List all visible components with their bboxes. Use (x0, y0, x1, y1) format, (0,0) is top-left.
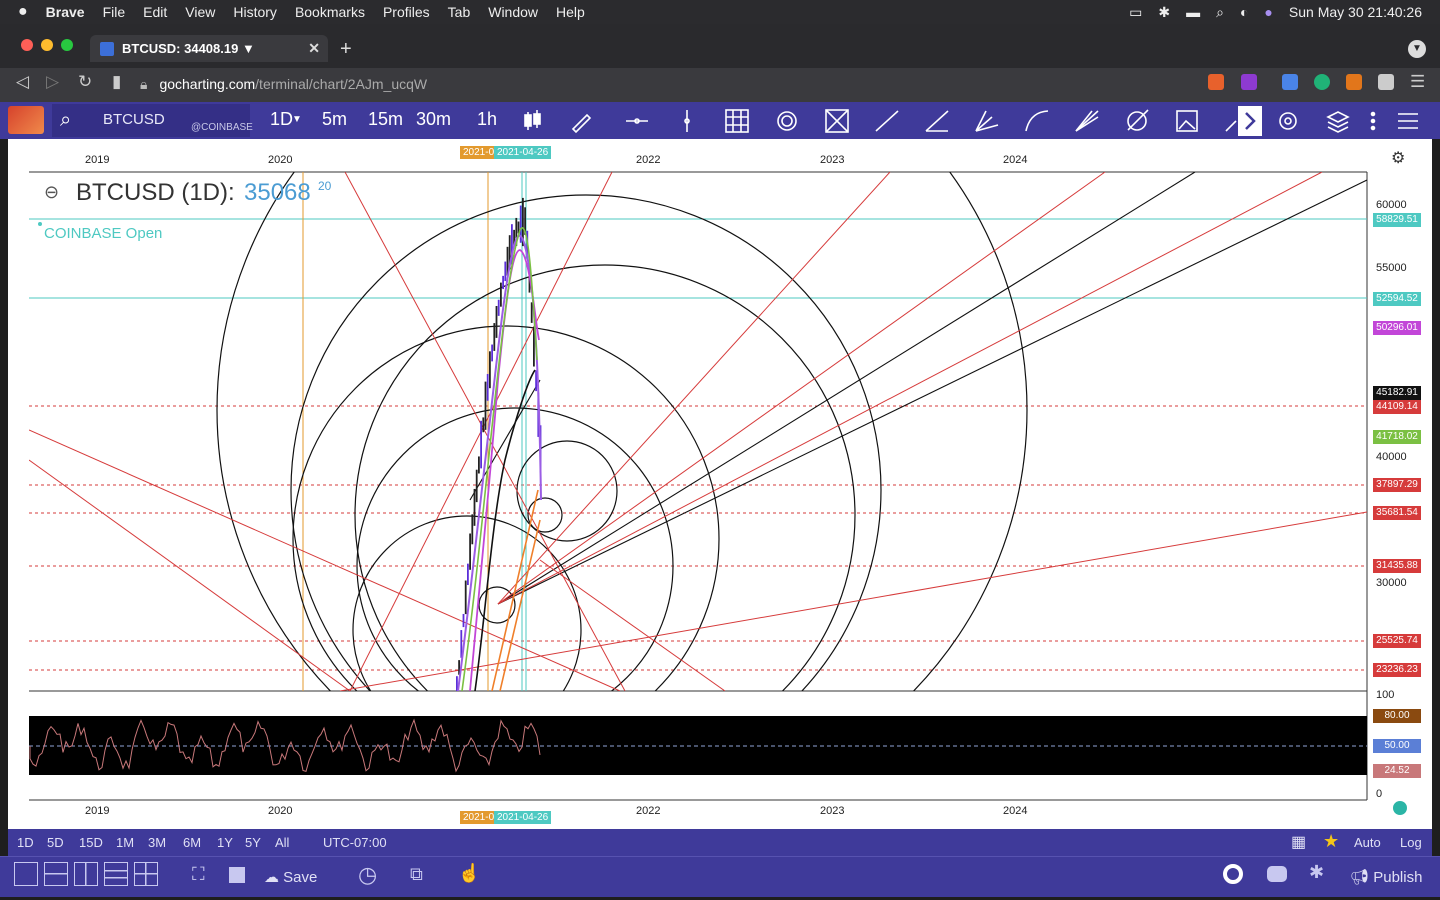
rsi-tick-0: 0 (1376, 788, 1383, 800)
range-1m[interactable]: 1M (116, 835, 134, 850)
bottom-date-marker-start: 2021-0 (460, 811, 498, 824)
candle-bar (530, 302, 533, 323)
top-date-marker-end: 2021-04-26 (494, 146, 552, 159)
favorite-star-icon[interactable]: ★ (1323, 831, 1339, 852)
price-level-label: 50296.01 (1373, 321, 1421, 335)
range-6m[interactable]: 6M (183, 835, 201, 850)
exchange-status: COINBASE Open (44, 225, 163, 242)
layout-three-rows-icon[interactable] (104, 862, 128, 886)
auto-scale-toggle[interactable]: Auto (1354, 835, 1381, 850)
candle-bar (456, 676, 458, 691)
layout-four-grid-icon[interactable] (134, 862, 158, 886)
fullscreen-icon[interactable]: ⛶ (192, 864, 205, 885)
replay-clock-icon[interactable]: ◷ (358, 862, 377, 888)
candle-bar (475, 469, 478, 503)
candle-bar (493, 323, 496, 351)
chart-last-price: 35068 (244, 179, 311, 206)
bug-report-icon[interactable]: ✱ (1309, 862, 1324, 883)
collapse-legend-icon[interactable]: ⊖ (44, 182, 59, 203)
top-year-2020: 2020 (268, 154, 293, 166)
candle-bar (502, 275, 504, 290)
snapshot-frame-icon[interactable] (229, 867, 245, 883)
candle-bar (486, 373, 489, 401)
price-level-label: 35681.54 (1373, 506, 1421, 520)
range-1d[interactable]: 1D (17, 835, 34, 850)
publish-button[interactable]: 📢︎ Publish (1350, 868, 1422, 886)
candle-bar (504, 261, 507, 282)
chart-symbol-title: BTCUSD (1D): (76, 179, 235, 206)
bottom-year-2022: 2022 (636, 805, 661, 817)
add-chart-icon[interactable]: ⧉ (410, 864, 423, 885)
layout-two-cols-icon[interactable] (74, 862, 98, 886)
bottom-year-2019: 2019 (85, 805, 110, 817)
price-level-label: 52594.52 (1373, 292, 1421, 306)
candle-bar (484, 381, 487, 430)
megaphone-icon: 📢︎ (1350, 869, 1370, 886)
price-level-label: 45182.91 (1373, 386, 1421, 400)
bottom-year-2023: 2023 (820, 805, 845, 817)
top-year-2019: 2019 (85, 154, 110, 166)
candle-bar (473, 488, 476, 526)
rsi-level-label: 50.00 (1373, 739, 1421, 753)
layout-two-rows-icon[interactable] (44, 862, 68, 886)
range-5y[interactable]: 5Y (245, 835, 261, 850)
price-level-label: 41718.02 (1373, 430, 1421, 444)
candle-bar (495, 305, 498, 338)
discord-icon[interactable] (1267, 866, 1287, 882)
candle-bar (497, 299, 500, 316)
range-3m[interactable]: 3M (148, 835, 166, 850)
top-date-marker-start: 2021-0 (460, 146, 498, 159)
bottom-year-2020: 2020 (268, 805, 293, 817)
top-year-2024: 2024 (1003, 154, 1028, 166)
candle-bar (462, 613, 465, 628)
y-tick-60000: 60000 (1376, 199, 1407, 211)
save-label: Save (283, 869, 318, 886)
timezone-selector[interactable]: UTC-07:00 (323, 835, 387, 850)
rsi-tick-100: 100 (1376, 689, 1395, 701)
cloud-icon: ☁ (264, 869, 279, 886)
grid-toggle-icon[interactable]: ▦ (1291, 832, 1306, 852)
candle-bar (491, 344, 493, 362)
chart-settings-icon[interactable]: ⚙ (1391, 148, 1405, 168)
price-level-label: 58829.51 (1373, 213, 1421, 227)
y-tick-30000: 30000 (1376, 577, 1407, 589)
bottom-year-2024: 2024 (1003, 805, 1028, 817)
hand-cursor-icon[interactable]: ☝ (458, 863, 480, 884)
chart-last-price-decimals: 20 (318, 179, 332, 193)
status-dot-icon (38, 222, 42, 226)
y-tick-40000: 40000 (1376, 451, 1407, 463)
candle-bar (467, 563, 469, 586)
candle-bar (500, 282, 502, 307)
publish-label: Publish (1373, 869, 1423, 886)
price-level-label: 25525.74 (1373, 634, 1421, 648)
candle-bar (469, 533, 471, 570)
candle-bar (489, 351, 491, 389)
range-bar: 1D 5D 15D 1M 3M 6M 1Y 5Y All UTC-07:00 ▦… (8, 829, 1432, 856)
scroll-to-latest-button[interactable] (1393, 801, 1407, 815)
support-lifebuoy-icon[interactable] (1223, 864, 1243, 884)
range-5d[interactable]: 5D (47, 835, 64, 850)
layout-single-icon[interactable] (14, 862, 38, 886)
rsi-level-label: 80.00 (1373, 709, 1421, 723)
candle-bar (464, 580, 467, 615)
price-level-label: 44109.14 (1373, 400, 1421, 414)
y-tick-55000: 55000 (1376, 262, 1407, 274)
candle-bar (478, 456, 480, 474)
top-year-2023: 2023 (820, 154, 845, 166)
candle-bar (482, 417, 485, 433)
range-1y[interactable]: 1Y (217, 835, 233, 850)
save-button[interactable]: ☁ Save (264, 868, 317, 886)
price-level-label: 31435.88 (1373, 559, 1421, 573)
log-scale-toggle[interactable]: Log (1400, 835, 1422, 850)
range-all[interactable]: All (275, 835, 289, 850)
bottom-date-marker-end: 2021-04-26 (494, 811, 552, 824)
candle-bar (480, 420, 482, 469)
candle-bar (471, 514, 474, 545)
chart-drawing-layer (29, 171, 1368, 801)
rsi-level-label: 24.52 (1373, 764, 1421, 778)
top-year-2022: 2022 (636, 154, 661, 166)
price-level-label: 37897.29 (1373, 478, 1421, 492)
range-15d[interactable]: 15D (79, 835, 103, 850)
price-level-label: 23236.23 (1373, 663, 1421, 677)
